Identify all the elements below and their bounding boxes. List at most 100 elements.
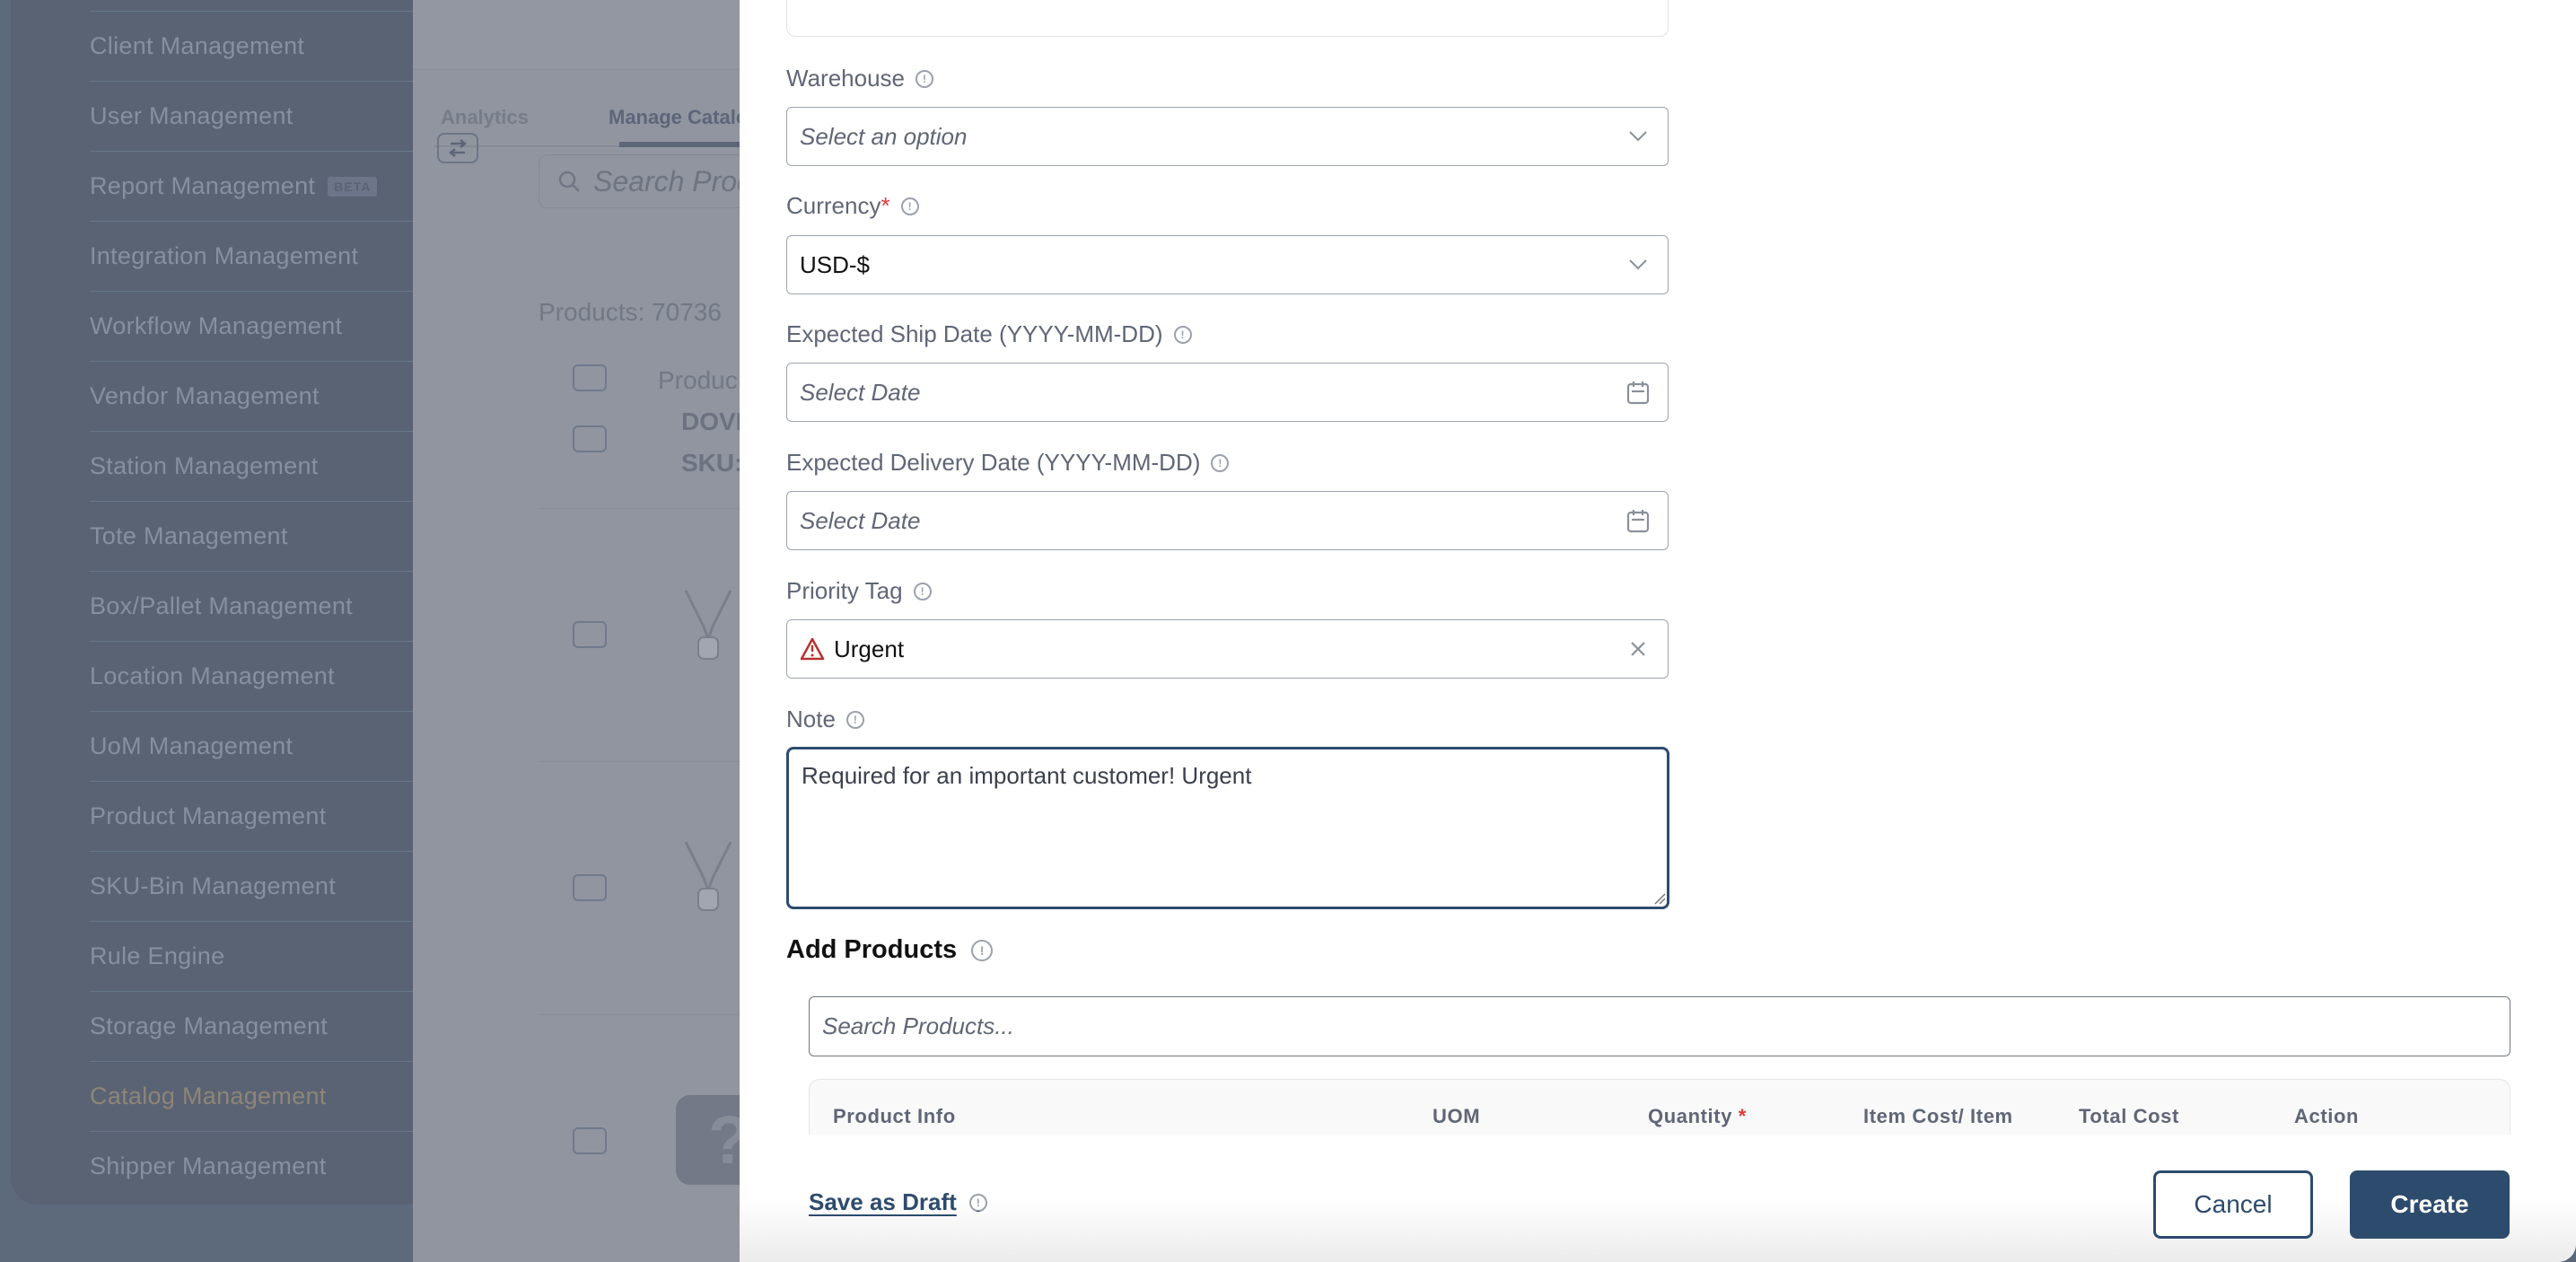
tab-analytics[interactable]: Analytics [441,106,529,129]
quantity-header-text: Quantity [1648,1105,1733,1127]
row-product-name: DOVI [681,408,743,435]
info-icon[interactable]: ! [968,1193,987,1212]
priority-tag-value: Urgent [834,635,905,662]
sidebar-item-label: Vendor Management [90,382,320,409]
warehouse-label-text: Warehouse [786,65,905,92]
note-label-text: Note [786,705,836,732]
main-content-background: Analytics Manage Catalog Search Prod Pro… [413,0,772,1262]
row-divider [539,1014,772,1015]
save-as-draft-link[interactable]: Save as Draft ! [809,1188,987,1216]
sidebar-item-storage-management[interactable]: Storage Management [90,991,424,1061]
currency-label: Currency * ! [786,192,919,220]
column-header-action: Action [2294,1105,2360,1127]
warehouse-select[interactable]: Select an option [786,107,1669,166]
delivery-date-label: Expected Delivery Date (YYYY-MM-DD) ! [786,449,1230,477]
clear-icon[interactable] [1626,637,1650,661]
info-icon[interactable]: ! [900,197,919,215]
sidebar-item-rule-engine[interactable]: Rule Engine [90,921,424,991]
sidebar-item-location-management[interactable]: Location Management [90,641,424,711]
sidebar-item-client-management[interactable]: Client Management [90,11,424,81]
sidebar-item-label: User Management [90,102,294,129]
sidebar-item-product-management[interactable]: Product Management [90,781,424,851]
note-label: Note ! [786,705,864,733]
sidebar-item-label: Tote Management [90,522,288,549]
product-thumbnail-pendant [684,841,732,911]
row-checkbox[interactable] [573,1127,607,1154]
app-root: Client Management User Management Report… [0,0,2576,1262]
sidebar-item-station-management[interactable]: Station Management [90,431,424,501]
sidebar-item-shipper-management[interactable]: Shipper Management [90,1131,424,1201]
create-order-drawer: Warehouse ! Select an option Currency * !… [740,0,2576,1262]
sidebar-item-workflow-management[interactable]: Workflow Management [90,291,424,361]
sidebar-item-vendor-management[interactable]: Vendor Management [90,361,424,431]
cancel-button[interactable]: Cancel [2153,1170,2313,1239]
note-textarea[interactable] [786,747,1669,909]
column-header-item-cost: Item Cost/ Item [1863,1105,2013,1127]
sidebar-item-box-pallet-management[interactable]: Box/Pallet Management [90,571,424,641]
sidebar-item-label: Location Management [90,662,335,689]
row-checkbox[interactable] [573,621,607,648]
products-table-header: Product Info UOM Quantity * Item Cost/ I… [809,1079,2510,1135]
catalog-search-input[interactable]: Search Prod [539,154,772,208]
sidebar-item-label: Station Management [90,452,319,479]
create-button[interactable]: Create [2350,1170,2510,1239]
row-checkbox[interactable] [573,425,607,452]
column-header-product-info: Product Info [833,1105,956,1127]
chevron-down-icon [1626,125,1650,148]
sidebar-item-catalog-management[interactable]: Catalog Management [90,1061,424,1131]
select-all-checkbox[interactable] [573,364,607,391]
sidebar-item-tote-management[interactable]: Tote Management [90,501,424,571]
sidebar-item-report-management[interactable]: Report Management BETA [90,151,424,221]
sidebar-item-label: Client Management [90,32,305,59]
row-divider [539,508,772,509]
ship-date-input[interactable]: Select Date [786,363,1669,422]
row-checkbox[interactable] [573,874,607,901]
ship-date-label-text: Expected Ship Date (YYYY-MM-DD) [786,320,1163,347]
info-icon[interactable]: ! [1211,453,1230,472]
add-products-heading: Add Products ! [786,935,994,965]
info-icon[interactable]: ! [913,582,932,600]
warehouse-placeholder: Select an option [800,122,968,150]
sidebar-item-integration-management[interactable]: Integration Management [90,221,424,291]
product-search-placeholder: Search Products... [822,1012,1014,1039]
top-bar [413,0,772,70]
delivery-date-label-text: Expected Delivery Date (YYYY-MM-DD) [786,449,1201,476]
currency-select[interactable]: USD-$ [786,235,1669,294]
info-icon[interactable]: ! [971,939,994,961]
delivery-date-placeholder: Select Date [800,506,921,534]
warehouse-label: Warehouse ! [786,65,933,92]
row-product-sku: SKU: [681,449,743,477]
info-icon[interactable]: ! [846,710,864,729]
sidebar: Client Management User Management Report… [0,0,424,1262]
required-asterisk: * [1738,1105,1747,1127]
row-divider [539,761,772,762]
product-search-input[interactable]: Search Products... [809,996,2510,1056]
beta-badge: BETA [328,176,378,197]
sidebar-item-label: Catalog Management [90,1082,327,1109]
ship-date-label: Expected Ship Date (YYYY-MM-DD) ! [786,320,1192,348]
sidebar-item-user-management[interactable]: User Management [90,81,424,151]
table-header-product: Produc [658,366,738,394]
currency-label-text: Currency [786,192,881,219]
delivery-date-input[interactable]: Select Date [786,491,1669,550]
previous-field-partial[interactable] [786,0,1669,37]
tab-manage-catalog[interactable]: Manage Catalog [609,106,760,129]
sidebar-item-label: Product Management [90,802,327,829]
calendar-icon[interactable] [1626,509,1650,533]
swap-view-button[interactable] [437,133,478,163]
search-icon [558,171,580,192]
calendar-icon[interactable] [1626,381,1650,405]
sidebar-item-label: Storage Management [90,1012,329,1039]
priority-tag-select[interactable]: Urgent [786,619,1669,679]
info-icon[interactable]: ! [916,69,933,88]
column-header-total-cost: Total Cost [2079,1105,2179,1127]
sidebar-item-sku-bin-management[interactable]: SKU-Bin Management [90,851,424,921]
sidebar-item-uom-management[interactable]: UoM Management [90,711,424,781]
resize-handle-icon[interactable] [1653,892,1666,905]
info-icon[interactable]: ! [1173,325,1192,344]
column-header-uom: UOM [1433,1105,1481,1127]
product-thumbnail-pendant [684,590,732,660]
column-header-quantity: Quantity * [1648,1105,1747,1128]
sidebar-item-label: Rule Engine [90,942,225,969]
sidebar-item-label: Workflow Management [90,312,343,339]
